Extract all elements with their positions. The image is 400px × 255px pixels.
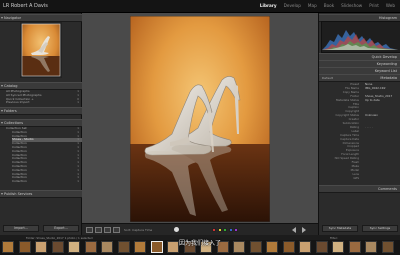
import-button[interactable]: Import... — [3, 225, 39, 232]
color-label-swatch[interactable] — [217, 228, 222, 232]
sort-label[interactable]: Sort: Capture Time — [124, 228, 152, 232]
previous-arrow-icon[interactable] — [292, 227, 296, 233]
catalog-list: All Photographs 1 All Synced Photographs 1 Q… — [0, 89, 82, 106]
collection-item-label: Collection — [12, 168, 27, 172]
comments-label: Comments — [378, 186, 397, 191]
catalog-item[interactable]: Previous Import — [6, 101, 78, 105]
collection-item-label: Collection Set — [6, 127, 27, 130]
collapse-triangle-icon — [1, 16, 3, 19]
publish-services-header[interactable]: Publish Services — [0, 190, 82, 198]
histogram[interactable] — [321, 21, 400, 53]
collection-item-label: Collection — [12, 176, 27, 180]
keywording-label: Keywording — [376, 61, 397, 66]
export-button[interactable]: Export... — [43, 225, 79, 232]
navigator-header[interactable]: Navigator — [0, 14, 82, 22]
collection-item-label: Collection — [12, 149, 27, 153]
comments-header[interactable]: Comments — [319, 185, 400, 193]
histogram-graph — [322, 30, 398, 50]
color-label-swatch[interactable] — [234, 228, 238, 232]
video-subtitle: 因为我们接入了 — [178, 240, 221, 247]
module-book[interactable]: Book — [324, 3, 334, 8]
right-panel: Histogram Quick Develop Keywording Keywo… — [318, 13, 400, 235]
catalog-item-label: All Synced Photographs — [6, 93, 42, 97]
module-picker: Library Develop Map Book Slideshow Print Web — [260, 3, 395, 8]
toolbar: Sort: Capture Time — [82, 223, 318, 235]
folders-label: Folders — [4, 108, 17, 113]
collections-header[interactable]: Collections — [0, 119, 82, 127]
top-bar: LR Robert A Davis Library Develop Map Book S… — [0, 0, 400, 13]
folders-header[interactable]: Folders — [0, 107, 82, 115]
next-arrow-icon[interactable] — [302, 227, 306, 233]
module-library[interactable]: Library — [260, 3, 277, 8]
metadata-list: Preset None File Name IMG_0042.CR2 Copy Name… — [319, 82, 400, 181]
collection-item-label: Collection — [12, 153, 27, 157]
collection-item-count: 1 — [77, 179, 79, 184]
color-label-swatch[interactable] — [228, 228, 233, 232]
collection-item[interactable]: Collection — [12, 180, 84, 184]
navigator-preview[interactable] — [20, 22, 62, 78]
left-panel: Navigator Catalog All Photographs 1 All Sy… — [0, 13, 84, 235]
quick-develop-label: Quick Develop — [371, 54, 397, 59]
module-map[interactable]: Map — [308, 3, 317, 8]
main-photo — [130, 16, 270, 222]
collapse-triangle-icon — [1, 84, 3, 87]
catalog-item-count: 1 — [77, 100, 79, 105]
collection-item-label: Collection — [12, 165, 27, 168]
compare-view-icon[interactable] — [104, 227, 111, 233]
color-label-swatch[interactable] — [223, 228, 227, 232]
module-print[interactable]: Print — [369, 3, 379, 8]
collection-item-label: Collection — [12, 157, 27, 161]
painter-icon[interactable] — [174, 227, 179, 232]
loupe-view-icon[interactable] — [95, 227, 102, 233]
collapse-triangle-icon — [1, 121, 3, 124]
color-label-swatch[interactable] — [212, 228, 216, 232]
metadata-key: GPS — [353, 175, 359, 180]
collection-item-label: Collection — [12, 161, 27, 165]
collapse-triangle-icon — [1, 192, 3, 195]
sync-settings-button[interactable]: Sync Settings — [362, 225, 398, 232]
catalog-item-label: All Photographs — [6, 90, 30, 93]
module-develop[interactable]: Develop — [284, 3, 301, 8]
metadata-label: Metadata — [380, 75, 397, 80]
collection-item-label: Shoes - Studio — [12, 138, 34, 142]
collection-item-label: Collection — [12, 172, 27, 176]
navigator-label: Navigator — [4, 15, 22, 20]
catalog-label: Catalog — [4, 83, 18, 88]
metadata-preset-select[interactable]: Default — [322, 76, 333, 80]
collection-list: Collection Set 1 Collection 1 Collection 1 Sho… — [0, 126, 84, 187]
publish-services-label: Publish Services — [4, 191, 33, 196]
collection-item-label: Collection — [12, 180, 27, 184]
navigator-thumbnail-image — [21, 23, 61, 77]
metadata-header[interactable]: Default Metadata — [319, 74, 400, 82]
collection-item-label: Collection — [12, 146, 27, 149]
collapse-triangle-icon — [1, 109, 3, 112]
collection-item-label: Collection — [12, 130, 27, 134]
catalog-header[interactable]: Catalog — [0, 82, 82, 90]
module-slideshow[interactable]: Slideshow — [341, 3, 362, 8]
metadata-row[interactable]: GPS — [321, 175, 399, 181]
identity-plate: LR Robert A Davis — [3, 3, 48, 9]
survey-view-icon[interactable] — [113, 227, 120, 233]
loupe-view[interactable] — [82, 13, 318, 223]
keyword-list-label: Keyword List — [374, 68, 397, 73]
module-web[interactable]: Web — [386, 3, 395, 8]
collection-item-label: Collection — [12, 142, 27, 146]
catalog-item-label: Previous Import — [6, 101, 30, 105]
histogram-label: Histogram — [378, 15, 397, 20]
sync-metadata-button[interactable]: Sync Metadata — [322, 225, 358, 232]
collections-label: Collections — [4, 120, 24, 125]
catalog-item-label: Quick Collection + — [6, 97, 34, 101]
grid-view-icon[interactable] — [86, 227, 93, 233]
collection-item-label: Collection — [12, 134, 27, 138]
